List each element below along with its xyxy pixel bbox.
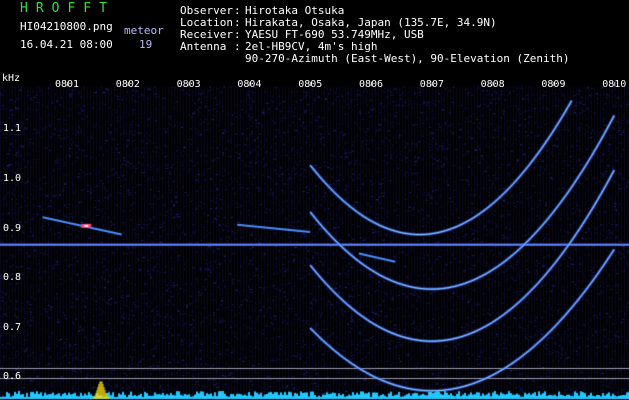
header-panel: HROFFT HI04210800.png 16.04.21 08:00 met… xyxy=(0,0,629,72)
y-tick-label: 0.7 xyxy=(3,321,22,333)
hrofft-logo: HROFFT xyxy=(20,1,115,16)
y-unit-label: kHz xyxy=(2,73,21,84)
y-tick-label: 0.8 xyxy=(3,272,22,284)
x-tick-label: 0806 xyxy=(359,79,384,90)
x-tick-label: 0810 xyxy=(602,79,627,90)
meteor-label: meteor xyxy=(124,24,164,37)
meteor-count: 19 xyxy=(139,38,153,51)
x-tick-label: 0802 xyxy=(115,79,140,90)
antenna-label: Antenna xyxy=(180,40,227,53)
x-tick-label: 0805 xyxy=(298,79,323,90)
date-time: 16.04.21 08:00 xyxy=(20,38,113,51)
x-tick-label: 0801 xyxy=(55,79,80,90)
x-tick-label: 0807 xyxy=(419,79,444,90)
x-tick-label: 0804 xyxy=(237,79,262,90)
y-tick-label: 1.0 xyxy=(3,173,22,184)
x-tick-label: 0808 xyxy=(480,79,505,90)
x-tick-label: 0803 xyxy=(176,79,201,90)
file-name: HI04210800.png xyxy=(20,20,113,33)
antenna-value-2: 90-270-Azimuth (East-West), 90-Elevation… xyxy=(245,52,570,65)
y-tick-label: 0.6 xyxy=(3,371,22,383)
y-tick-label: 1.1 xyxy=(3,123,22,135)
spectrogram-canvas xyxy=(0,72,629,400)
x-tick-label: 0809 xyxy=(541,79,566,90)
y-tick-label: 0.9 xyxy=(3,222,22,234)
antenna-colon: : xyxy=(234,40,241,53)
